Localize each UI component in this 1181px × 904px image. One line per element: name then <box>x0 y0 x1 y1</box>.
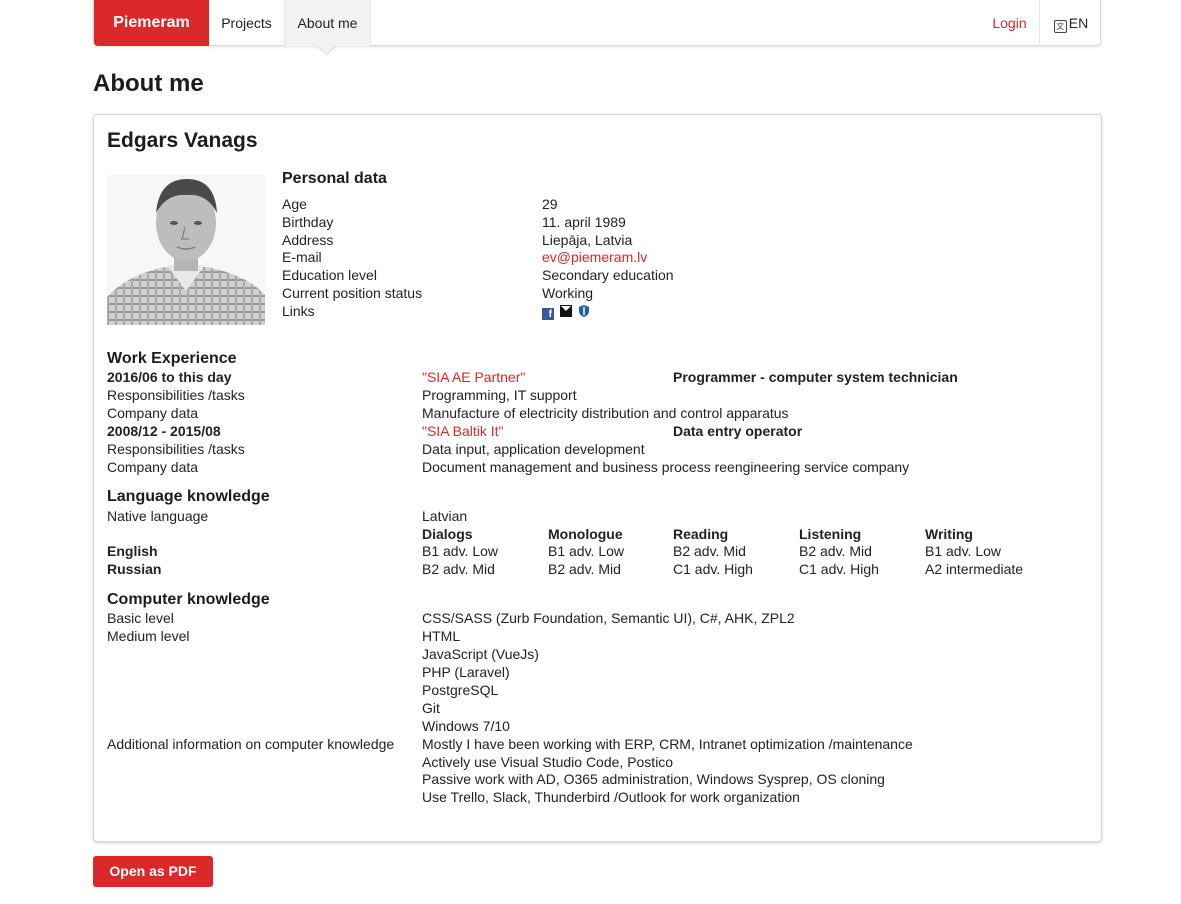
job-resp-value: Programming, IT support <box>422 387 577 403</box>
personal-row-age: Age 29 <box>282 196 702 214</box>
language-heading: Language knowledge <box>107 488 270 505</box>
value: Working <box>542 285 594 301</box>
open-pdf-button[interactable]: Open as PDF <box>93 856 213 887</box>
medium-skill: PostgreSQL <box>422 682 499 698</box>
lang-row-name: Russian <box>107 561 162 577</box>
additional-info-line: Use Trello, Slack, Thunderbird /Outlook … <box>422 789 800 805</box>
mail-icon[interactable] <box>559 305 572 317</box>
social-links: f <box>542 304 590 320</box>
nav-about-label: About me <box>297 15 358 31</box>
lang-level: A2 intermediate <box>925 561 1024 577</box>
personal-row-status: Current position status Working <box>282 285 702 303</box>
lang-col-monologue: Monologue <box>548 526 623 542</box>
lang-level: B1 adv. Low <box>422 543 499 559</box>
login-link[interactable]: Login <box>980 0 1040 46</box>
active-pointer <box>317 37 336 56</box>
facebook-icon[interactable]: f <box>542 308 554 320</box>
label: E-mail <box>282 249 322 265</box>
native-language-value: Latvian <box>422 508 468 524</box>
job-company-data: Manufacture of electricity distribution … <box>422 405 789 421</box>
job-position: Programmer - computer system technician <box>673 369 958 385</box>
label: Address <box>282 232 334 248</box>
lang-level: B2 adv. Mid <box>673 543 746 559</box>
lang-col-listening: Listening <box>799 526 862 542</box>
personal-row-email: E-mail ev@piemeram.lv <box>282 249 702 267</box>
value: 11. april 1989 <box>542 214 626 230</box>
job-position: Data entry operator <box>673 423 803 439</box>
page-title: About me <box>93 70 204 97</box>
lang-level: C1 adv. High <box>673 561 753 577</box>
lang-level: B1 adv. Low <box>548 543 625 559</box>
label: Current position status <box>282 285 423 301</box>
job-resp-value: Data input, application development <box>422 441 645 457</box>
additional-info-label: Additional information on computer knowl… <box>107 736 395 752</box>
profile-photo <box>107 175 265 325</box>
job-company-link[interactable]: "SIA Baltik It" <box>422 423 504 439</box>
top-navbar: Piemeram Projects About me Login 文 EN <box>93 0 1102 56</box>
nav-about-me[interactable]: About me <box>285 0 371 56</box>
lang-col-reading: Reading <box>673 526 729 542</box>
personal-row-education: Education level Secondary education <box>282 267 702 285</box>
additional-info-line: Actively use Visual Studio Code, Postico <box>422 754 674 770</box>
brand-logo-link[interactable]: Piemeram <box>94 0 209 46</box>
job-resp-label: Responsibilities /tasks <box>107 441 245 457</box>
job-company-data: Document management and business process… <box>422 459 910 475</box>
label: Age <box>282 196 307 212</box>
lang-row-name: English <box>107 543 158 559</box>
language-label: EN <box>1068 15 1089 31</box>
language-switcher[interactable]: 文 EN <box>1040 0 1102 46</box>
computer-heading: Computer knowledge <box>107 591 270 608</box>
native-language-label: Native language <box>107 508 209 524</box>
medium-skill: JavaScript (VueJs) <box>422 646 539 662</box>
additional-info-line: Mostly I have been working with ERP, CRM… <box>422 736 913 752</box>
medium-skill: Git <box>422 700 440 716</box>
job-company-label: Company data <box>107 459 199 475</box>
additional-info-line: Passive work with AD, O365 administratio… <box>422 771 885 787</box>
lang-level: B2 adv. Mid <box>548 561 621 577</box>
personal-row-birthday: Birthday 11. april 1989 <box>282 214 702 232</box>
lang-level: B1 adv. Low <box>925 543 1002 559</box>
cv-card: Edgars Vanags Personal data Age 29 Birth… <box>93 114 1102 842</box>
lang-level: B2 adv. Mid <box>422 561 495 577</box>
medium-skill: HTML <box>422 628 461 644</box>
lang-level: C1 adv. High <box>799 561 879 577</box>
lang-col-writing: Writing <box>925 526 973 542</box>
personal-row-links: Links <box>282 303 702 321</box>
value: Liepāja, Latvia <box>542 232 633 248</box>
medium-skill: PHP (Laravel) <box>422 664 510 680</box>
work-experience-heading: Work Experience <box>107 350 237 367</box>
job-company-label: Company data <box>107 405 199 421</box>
medium-level-label: Medium level <box>107 628 190 644</box>
nav-projects[interactable]: Projects <box>209 0 285 46</box>
email-link[interactable]: ev@piemeram.lv <box>542 249 647 265</box>
basic-level-value: CSS/SASS (Zurb Foundation, Semantic UI),… <box>422 610 795 626</box>
medium-skill: Windows 7/10 <box>422 718 510 734</box>
label: Birthday <box>282 214 334 230</box>
job-period: 2008/12 - 2015/08 <box>107 423 221 439</box>
person-name: Edgars Vanags <box>107 129 258 152</box>
label: Education level <box>282 267 377 283</box>
job-company-link[interactable]: "SIA AE Partner" <box>422 369 525 385</box>
personal-data-heading: Personal data <box>282 170 387 187</box>
translate-icon: 文 <box>1053 20 1067 33</box>
shield-icon[interactable] <box>578 304 590 317</box>
lang-level: B2 adv. Mid <box>799 543 872 559</box>
lang-col-dialogs: Dialogs <box>422 526 473 542</box>
job-period: 2016/06 to this day <box>107 369 232 385</box>
value: 29 <box>542 196 558 212</box>
value: Secondary education <box>542 267 674 283</box>
basic-level-label: Basic level <box>107 610 174 626</box>
personal-row-address: Address Liepāja, Latvia <box>282 232 702 250</box>
job-resp-label: Responsibilities /tasks <box>107 387 245 403</box>
label: Links <box>282 303 315 319</box>
